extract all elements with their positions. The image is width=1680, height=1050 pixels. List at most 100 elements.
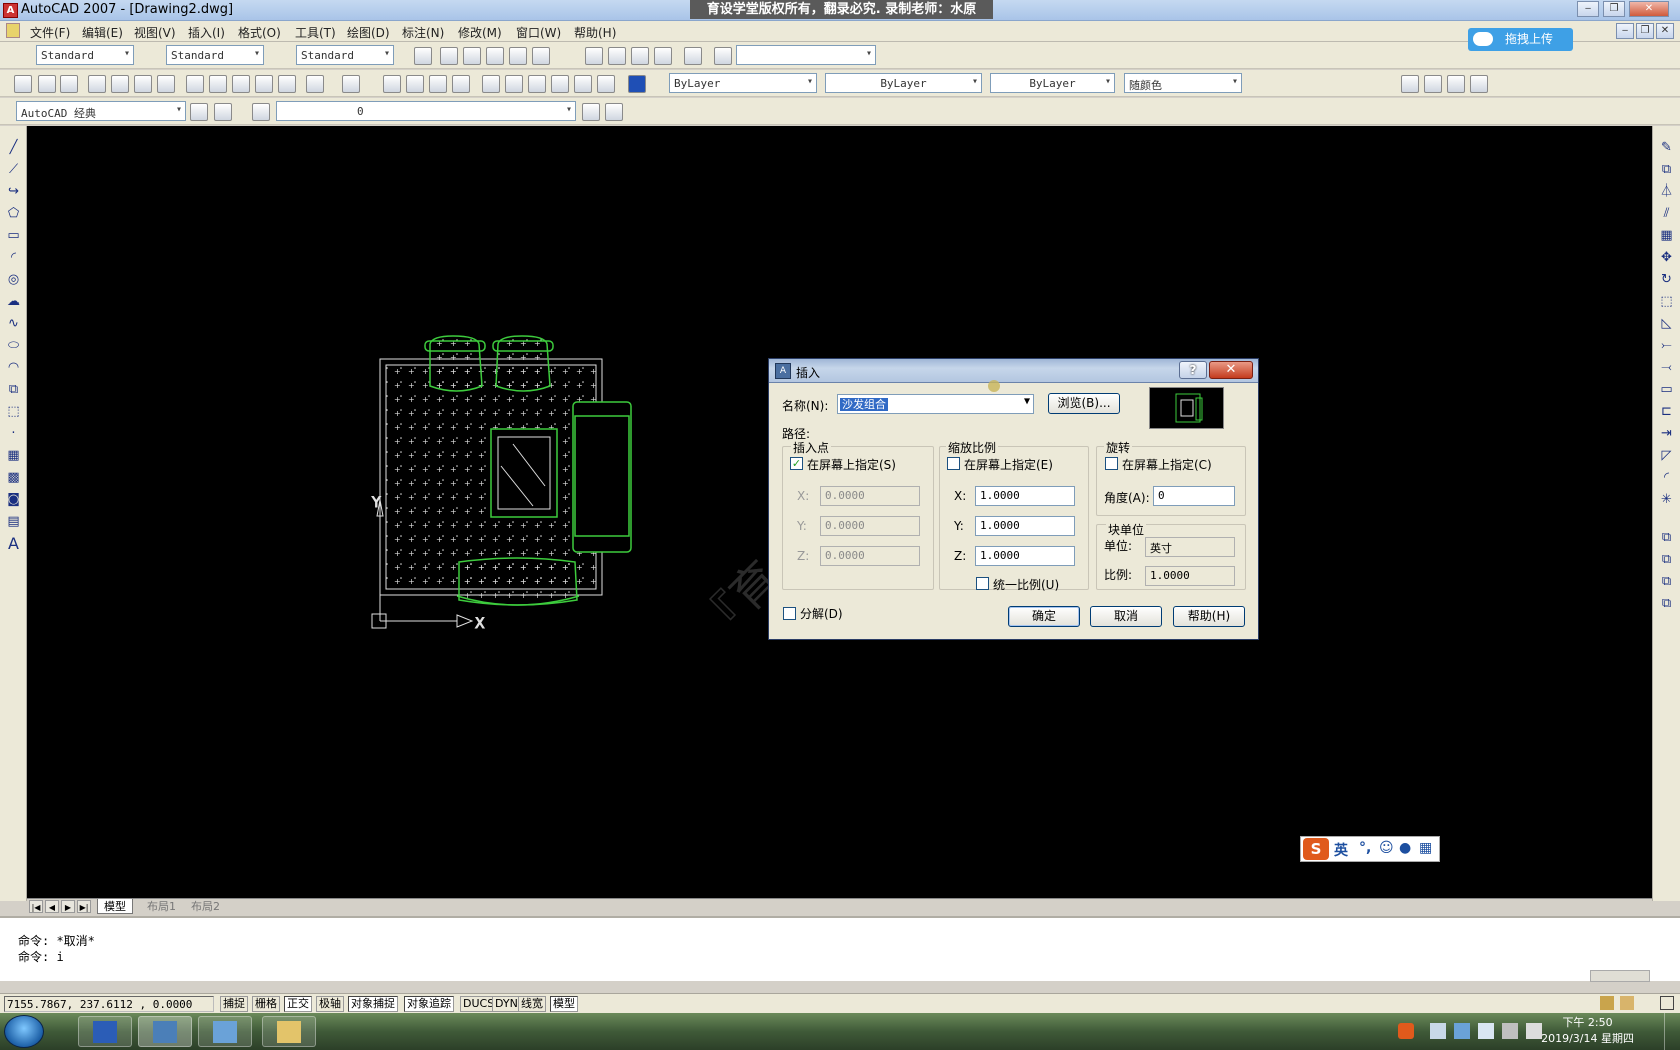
publish-icon[interactable] xyxy=(134,75,152,93)
mirror-icon[interactable]: ⏃ xyxy=(1659,184,1674,199)
dialog-close-button[interactable]: ✕ xyxy=(1209,361,1253,379)
next-tab-arrow-icon[interactable]: ▶ xyxy=(61,900,75,913)
view-icon[interactable] xyxy=(532,47,550,65)
ime-toolbar[interactable]: S 英 °, ☺ ● ▦ xyxy=(1300,836,1440,862)
angle-field[interactable]: 0 xyxy=(1153,486,1235,506)
polyline-icon[interactable]: ↪ xyxy=(6,184,21,199)
osnap-toggle[interactable]: 对象捕捉 xyxy=(348,996,398,1012)
erase-icon[interactable]: ✎ xyxy=(1659,140,1674,155)
render-icon[interactable] xyxy=(654,47,672,65)
tray-icon[interactable] xyxy=(1454,1023,1470,1039)
ok-button[interactable]: 确定 xyxy=(1008,606,1080,627)
upload-button[interactable]: 拖拽上传 xyxy=(1468,28,1573,51)
linetype-combo[interactable]: ByLayer xyxy=(825,73,982,93)
dialog-help-button[interactable]: ? xyxy=(1179,361,1207,379)
communication-center-icon[interactable] xyxy=(1600,996,1614,1010)
minimize-button[interactable]: ‒ xyxy=(1577,1,1599,17)
layer-manager-icon[interactable] xyxy=(252,103,270,121)
publish-web-icon[interactable] xyxy=(157,75,175,93)
pan-icon[interactable] xyxy=(383,75,401,93)
autocad-taskbar-icon[interactable] xyxy=(138,1016,192,1047)
remote-desktop-taskbar-icon[interactable] xyxy=(198,1016,252,1047)
stretch-icon[interactable]: ◺ xyxy=(1659,316,1674,331)
command-prompt-line[interactable]: 命令: i xyxy=(18,948,64,965)
view-icon[interactable] xyxy=(486,47,504,65)
view-icon[interactable] xyxy=(440,47,458,65)
tool-palettes-icon[interactable] xyxy=(528,75,546,93)
rectangle-icon[interactable]: ▭ xyxy=(6,228,21,243)
break-at-point-icon[interactable]: ▭ xyxy=(1659,382,1674,397)
plot-icon[interactable] xyxy=(88,75,106,93)
ellipse-icon[interactable]: ⬭ xyxy=(6,338,21,353)
tab-layout2[interactable]: 布局2 xyxy=(185,899,226,914)
uniform-scale-checkbox[interactable] xyxy=(976,577,989,590)
offset-icon[interactable]: ⫽ xyxy=(1659,206,1674,221)
lineweight-combo[interactable]: ByLayer xyxy=(990,73,1115,93)
volume-tray-icon[interactable] xyxy=(1526,1023,1542,1039)
autocad-app-icon[interactable]: A xyxy=(3,3,18,18)
emoji-icon[interactable]: ☺ xyxy=(1379,840,1394,856)
layer-combo[interactable]: 0 xyxy=(276,101,576,121)
insertion-onscreen-checkbox[interactable]: ✓ xyxy=(790,457,803,470)
model-toggle[interactable]: 模型 xyxy=(550,996,578,1012)
make-block-icon[interactable]: ⬚ xyxy=(6,404,21,419)
ellipse-arc-icon[interactable]: ◠ xyxy=(6,360,21,375)
move-icon[interactable]: ✥ xyxy=(1659,250,1674,265)
plot-style-combo[interactable]: 随颜色 xyxy=(1124,73,1242,93)
arc-icon[interactable]: ◜ xyxy=(6,250,21,265)
punctuation-icon[interactable]: °, xyxy=(1359,840,1371,856)
scale-y-field[interactable]: 1.0000 xyxy=(975,516,1075,536)
color-combo[interactable]: ByLayer xyxy=(669,73,817,93)
explode-icon[interactable]: ✳ xyxy=(1659,492,1674,507)
viewport-icon[interactable] xyxy=(1401,75,1419,93)
trim-icon[interactable]: ⤚ xyxy=(1659,338,1674,353)
dialog-help-text-button[interactable]: 帮助(H) xyxy=(1173,606,1245,627)
microphone-icon[interactable]: ● xyxy=(1399,840,1411,856)
cut-icon[interactable] xyxy=(186,75,204,93)
help-icon[interactable] xyxy=(628,75,646,93)
lock-icon[interactable] xyxy=(1620,996,1634,1010)
tab-model[interactable]: 模型 xyxy=(97,899,133,914)
paste-icon[interactable] xyxy=(232,75,250,93)
doc-minimize-button[interactable]: ‒ xyxy=(1616,23,1634,39)
snap-toggle[interactable]: 捕捉 xyxy=(220,996,248,1012)
explode-checkbox[interactable] xyxy=(783,607,796,620)
scale-z-field[interactable]: 1.0000 xyxy=(975,546,1075,566)
target-icon[interactable] xyxy=(714,47,732,65)
polar-toggle[interactable]: 极轴 xyxy=(316,996,344,1012)
viewport-icon[interactable] xyxy=(1447,75,1465,93)
view-icon[interactable] xyxy=(463,47,481,65)
block-name-combo[interactable]: 沙发组合 ▼ xyxy=(837,394,1034,414)
workspace-save-icon[interactable] xyxy=(214,103,232,121)
break-icon[interactable]: ⊏ xyxy=(1659,404,1674,419)
copy-object-icon[interactable]: ⧉ xyxy=(1659,162,1674,177)
ortho-toggle[interactable]: 正交 xyxy=(284,996,312,1012)
rotation-onscreen-checkbox[interactable] xyxy=(1105,457,1118,470)
scale-x-field[interactable]: 1.0000 xyxy=(975,486,1075,506)
draworder-icon[interactable]: ⧉ xyxy=(1659,596,1674,611)
camera-icon[interactable] xyxy=(684,47,702,65)
show-desktop-button[interactable] xyxy=(1664,1013,1680,1050)
layer-previous-icon[interactable] xyxy=(605,103,623,121)
tray-icon[interactable] xyxy=(1430,1023,1446,1039)
copy-icon[interactable] xyxy=(209,75,227,93)
insert-block-icon[interactable]: ⧉ xyxy=(6,382,21,397)
extend-icon[interactable]: ⤙ xyxy=(1659,360,1674,375)
word-taskbar-icon[interactable] xyxy=(78,1016,132,1047)
match-properties-icon[interactable] xyxy=(255,75,273,93)
cancel-button[interactable]: 取消 xyxy=(1090,606,1162,627)
taskbar-clock[interactable]: 下午 2:50 2019/3/14 星期四 xyxy=(1541,1015,1634,1047)
insertion-y-field[interactable]: 0.0000 xyxy=(820,516,920,536)
menu-insert[interactable]: 插入(I) xyxy=(188,24,225,41)
tab-layout1[interactable]: 布局1 xyxy=(141,899,182,914)
draworder-icon[interactable]: ⧉ xyxy=(1659,574,1674,589)
first-tab-arrow-icon[interactable]: |◀ xyxy=(29,900,43,913)
make-current-layer-icon[interactable] xyxy=(582,103,600,121)
undo-icon[interactable] xyxy=(306,75,324,93)
chevron-down-icon[interactable]: ▼ xyxy=(1024,396,1030,407)
menu-format[interactable]: 格式(O) xyxy=(238,24,281,41)
table-style-combo[interactable]: Standard xyxy=(296,45,394,65)
menu-dimension[interactable]: 标注(N) xyxy=(402,24,444,41)
menu-file[interactable]: 文件(F) xyxy=(30,24,70,41)
point-icon[interactable]: · xyxy=(6,426,21,441)
